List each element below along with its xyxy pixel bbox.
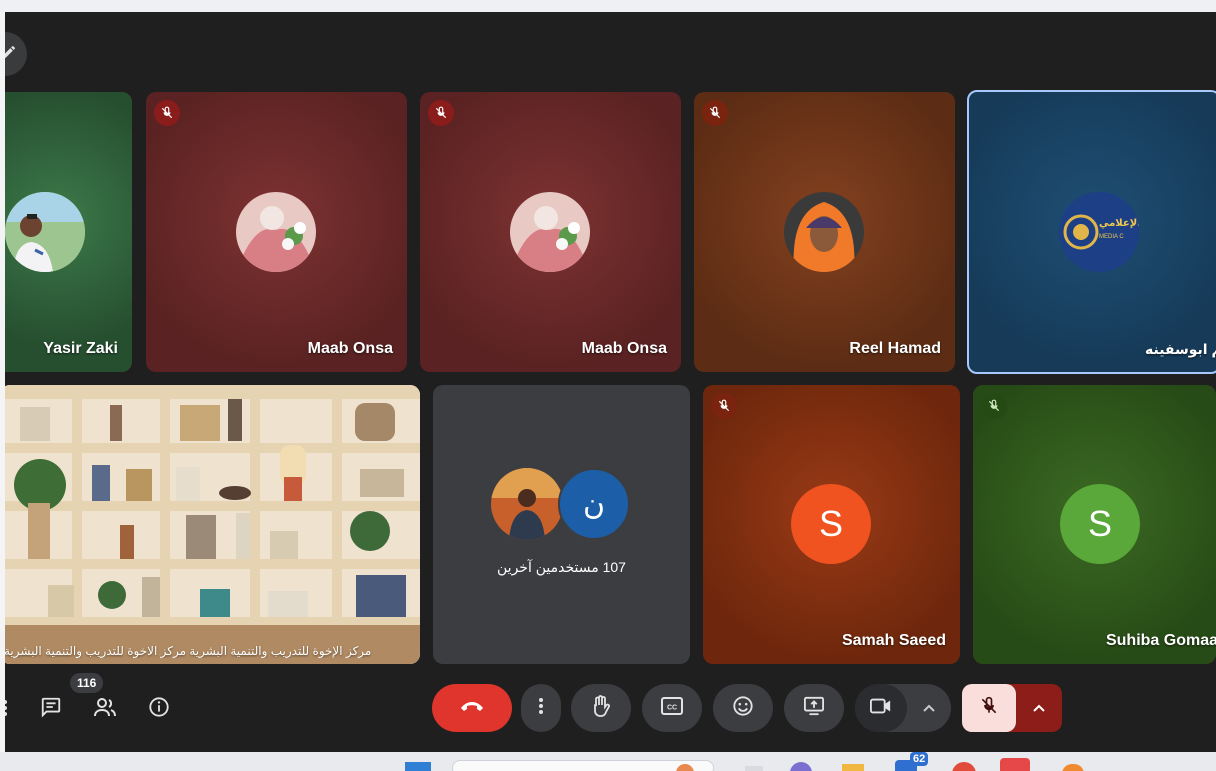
logo-subtext: MEDIA C [1099, 234, 1124, 240]
emoji-icon [732, 695, 754, 722]
people-button[interactable] [90, 694, 120, 724]
window-top-strip [0, 0, 1216, 12]
camera-options-button[interactable] [907, 684, 951, 732]
camera-control-group [855, 684, 951, 732]
info-button[interactable] [144, 694, 174, 724]
info-icon [148, 696, 170, 723]
logo-text: الإعلامي [1099, 218, 1139, 229]
participant-name: مريم ابوسفينه [1145, 341, 1216, 357]
mic-off-icon [702, 100, 728, 126]
more-vert-icon [538, 697, 544, 720]
mic-off-icon [981, 393, 1007, 419]
more-options-left-icon[interactable] [5, 696, 13, 720]
participant-tile-maab-1[interactable]: Maab Onsa [146, 92, 407, 372]
search-box[interactable] [452, 760, 714, 771]
svg-text:CC: CC [667, 704, 677, 711]
reactions-button[interactable] [713, 684, 773, 732]
mic-control-group [962, 684, 1062, 732]
present-icon [803, 696, 825, 721]
chat-icon [40, 696, 62, 723]
participant-name: Suhiba Gomaa [1105, 632, 1216, 649]
taskbar-app-icon[interactable] [1000, 758, 1030, 771]
avatar [236, 192, 316, 272]
people-icon [93, 696, 117, 723]
others-tile[interactable]: ن 107 مستخدمين آخرين [433, 385, 690, 664]
present-button[interactable] [784, 684, 844, 732]
taskbar-app-icon[interactable] [745, 766, 763, 771]
raise-hand-icon [591, 694, 611, 722]
chevron-up-icon [1033, 699, 1045, 717]
participant-name: Yasir Zaki [43, 340, 118, 357]
mic-options-button[interactable] [1016, 684, 1062, 732]
avatar [5, 192, 85, 272]
taskbar-app-icon[interactable] [842, 764, 864, 771]
mic-toggle-button[interactable] [962, 684, 1016, 732]
mic-off-icon [711, 393, 737, 419]
mic-off-icon [154, 100, 180, 126]
raise-hand-button[interactable] [571, 684, 631, 732]
taskbar-app-icon[interactable] [952, 762, 976, 771]
mic-off-icon [428, 100, 454, 126]
people-count-badge: 116 [70, 673, 104, 693]
logo-avatar: الإعلامي MEDIA C [1059, 192, 1139, 272]
mic-off-icon [979, 695, 999, 722]
presentation-caption: مركز الإخوة للتدريب والتنمية البشرية مرك… [5, 644, 372, 658]
avatar [491, 468, 563, 540]
captions-icon: CC [661, 696, 683, 720]
participant-name: Reel Hamad [849, 340, 941, 357]
avatar [784, 192, 864, 272]
start-icon[interactable] [405, 762, 431, 771]
avatar-letter: S [791, 484, 871, 564]
meeting-stage: Yasir Zaki Maab Onsa Maab Onsa Reel Hama… [5, 12, 1216, 752]
os-taskbar: 62 [0, 752, 1216, 771]
participant-tile-reel[interactable]: Reel Hamad [694, 92, 955, 372]
participant-tile-suhiba[interactable]: S Suhiba Gomaa [973, 385, 1216, 664]
edit-button[interactable] [5, 32, 27, 76]
participant-tile-maryam[interactable]: الإعلامي MEDIA C مريم ابوسفينه [967, 90, 1216, 374]
taskbar-badge: 62 [910, 752, 929, 766]
participant-name: Samah Saeed [841, 632, 946, 649]
taskbar-app-icon[interactable] [790, 762, 812, 771]
camera-button[interactable] [855, 684, 907, 732]
chat-button[interactable] [36, 694, 66, 724]
leave-call-button[interactable] [432, 684, 512, 732]
chevron-up-icon [923, 699, 935, 717]
captions-button[interactable]: CC [642, 684, 702, 732]
presentation-tile[interactable]: مركز الإخوة للتدريب والتنمية البشرية مرك… [5, 385, 420, 664]
camera-icon [870, 698, 892, 719]
taskbar-app-icon[interactable] [1062, 764, 1084, 771]
end-call-icon [459, 699, 485, 718]
participant-tile-maab-2[interactable]: Maab Onsa [420, 92, 681, 372]
avatar [510, 192, 590, 272]
participant-tile-yasir[interactable]: Yasir Zaki [5, 92, 132, 372]
pencil-icon [5, 44, 17, 65]
participant-name: Maab Onsa [307, 340, 393, 357]
others-count-label: 107 مستخدمين آخرين [497, 559, 626, 575]
more-options-button[interactable] [521, 684, 561, 732]
avatar-letter: S [1060, 484, 1140, 564]
participant-tile-samah[interactable]: S Samah Saeed [703, 385, 960, 664]
participant-name: Maab Onsa [581, 340, 667, 357]
avatar-letter: ن [558, 468, 630, 540]
